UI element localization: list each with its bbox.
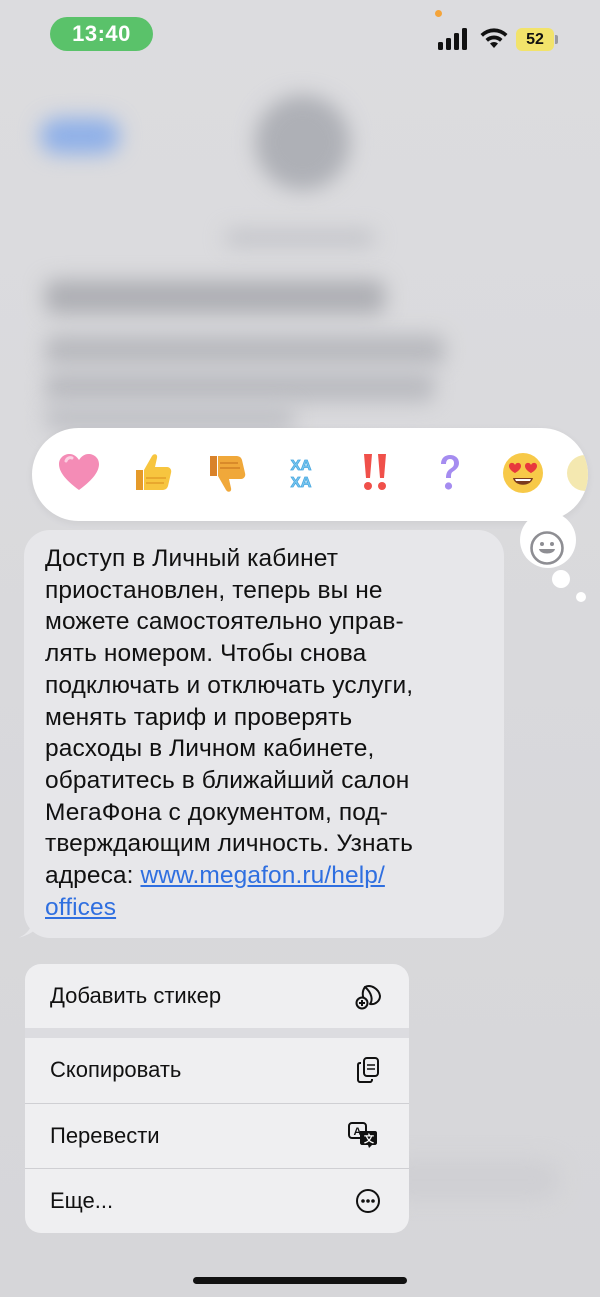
menu-item-label: Скопировать — [50, 1057, 182, 1082]
message-line: менять тариф и проверять — [45, 703, 353, 731]
reaction-bar-tail-dot — [576, 592, 586, 602]
heart-eyes-icon[interactable] — [498, 448, 548, 498]
menu-item-copy[interactable]: Скопировать — [25, 1038, 409, 1102]
menu-item-label: Еще... — [50, 1188, 114, 1213]
copy-icon — [357, 1057, 379, 1083]
blurred-contact-name — [225, 230, 375, 246]
message-line: offices — [45, 892, 494, 924]
message-line: расходы в Личном кабинете, — [45, 735, 375, 763]
haha-icon[interactable]: ХА ХА — [276, 448, 326, 498]
heart-icon[interactable] — [54, 448, 104, 498]
blurred-text-line — [45, 335, 445, 365]
svg-text:文: 文 — [364, 1133, 375, 1146]
battery-tip — [555, 35, 558, 44]
message-line: тверждающим личность. Узнать — [45, 830, 413, 858]
message-line: МегаФона с документом, под- — [45, 798, 389, 826]
menu-item-label: Перевести — [50, 1123, 160, 1148]
blurred-back-button — [40, 118, 120, 154]
context-menu: Добавить стикер Скопировать Перевести A … — [25, 964, 409, 1233]
reaction-bar: ХА ХА — [32, 428, 588, 521]
message-line: обратитесь в ближайший салон — [45, 766, 410, 794]
wifi-icon — [480, 28, 508, 48]
double-exclamation-icon[interactable] — [350, 448, 400, 498]
thumbs-down-icon[interactable] — [202, 448, 252, 498]
svg-text:ХА: ХА — [291, 474, 312, 491]
translate-icon: A 文 — [348, 1122, 377, 1148]
blurred-contact-avatar — [255, 95, 350, 190]
home-indicator[interactable] — [193, 1277, 407, 1284]
status-bar: 13:40 52 — [0, 0, 600, 70]
blurred-text-line — [45, 280, 385, 314]
message-line: можете самостоятельно управ- — [45, 608, 404, 636]
menu-item-add-sticker[interactable]: Добавить стикер — [25, 964, 409, 1028]
message-line: подключать и отключать услуги, — [45, 671, 414, 699]
menu-item-more[interactable]: Еще... — [25, 1169, 409, 1233]
svg-text:ХА: ХА — [291, 457, 312, 474]
thumbs-up-icon[interactable] — [128, 448, 178, 498]
add-sticker-icon — [355, 985, 381, 1010]
more-ellipsis-icon — [356, 1189, 380, 1213]
message-line: лять номером. Чтобы снова — [45, 640, 367, 668]
message-line: адреса: www.megafon.ru/help/ — [45, 860, 494, 892]
battery-indicator: 52 — [516, 28, 554, 51]
message-line: приостановлен, теперь вы не — [45, 576, 383, 604]
address-prefix: адреса: — [45, 862, 141, 890]
reaction-bar-tail-dot — [552, 570, 570, 588]
privacy-indicator-dot — [435, 10, 442, 17]
status-time: 13:40 — [50, 17, 153, 51]
question-icon[interactable] — [424, 448, 474, 498]
menu-item-label: Добавить стикер — [50, 983, 222, 1008]
add-reaction-smiley-icon[interactable] — [527, 528, 567, 568]
blurred-text-line — [45, 372, 435, 402]
message-bubble: Доступ в Личный кабинет приостановлен, т… — [24, 530, 504, 938]
offices-link-continuation[interactable]: offices — [45, 894, 116, 921]
menu-section-gap — [25, 1028, 409, 1038]
offices-link[interactable]: www.megafon.ru/help/ — [140, 862, 384, 889]
partial-emoji-icon[interactable] — [560, 448, 588, 498]
cellular-signal-icon — [438, 28, 467, 50]
menu-item-translate[interactable]: Перевести A 文 — [25, 1104, 409, 1168]
message-line: Доступ в Личный кабинет — [45, 545, 339, 572]
